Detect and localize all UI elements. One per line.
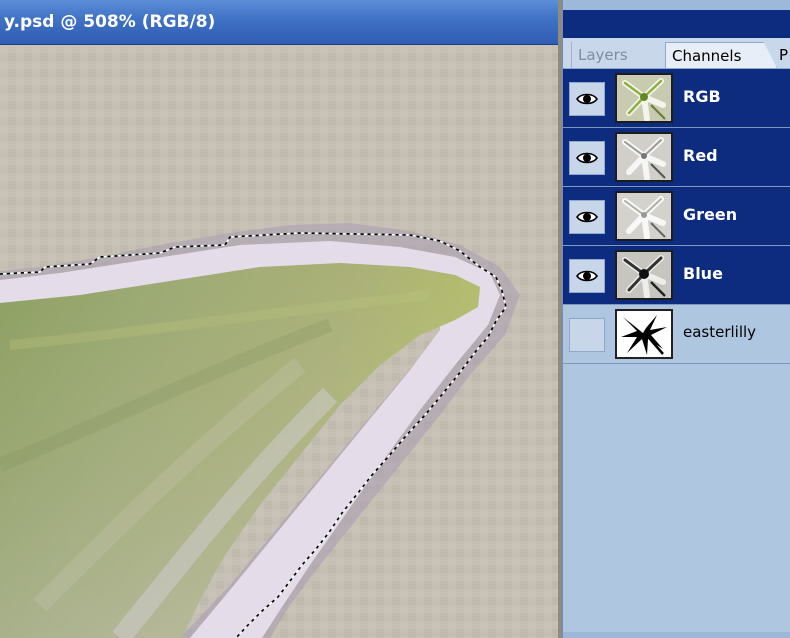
eye-icon	[576, 270, 598, 282]
eye-icon	[576, 211, 598, 223]
visibility-toggle[interactable]	[569, 200, 605, 234]
channel-thumbnail	[615, 250, 673, 300]
channel-name: Green	[683, 205, 738, 224]
channel-row-rgb[interactable]: RGB	[563, 69, 790, 128]
palette-top-strip	[563, 0, 790, 10]
channel-thumbnail	[615, 132, 673, 182]
channel-row-green[interactable]: Green	[563, 187, 790, 246]
channel-thumbnail	[615, 309, 673, 359]
channel-name: Red	[683, 146, 718, 165]
document-title: y.psd @ 508% (RGB/8)	[4, 12, 216, 32]
channel-thumbnail	[615, 191, 673, 241]
tab-channels[interactable]: Channels	[665, 42, 777, 68]
document-title-bar[interactable]: y.psd @ 508% (RGB/8)	[0, 0, 558, 45]
tab-layers[interactable]: Layers	[571, 42, 657, 68]
channel-row-easterlilly[interactable]: easterlilly	[563, 305, 790, 364]
lily-mask-icon	[617, 311, 671, 357]
channel-row-blue[interactable]: Blue	[563, 246, 790, 305]
channel-name: easterlilly	[683, 323, 757, 341]
tab-paths-label: P	[779, 46, 789, 64]
palette-tabs: Layers Channels P	[563, 38, 790, 69]
channel-row-red[interactable]: Red	[563, 128, 790, 187]
document-window: y.psd @ 508% (RGB/8)	[0, 0, 562, 638]
palette-bottom-bar	[563, 632, 790, 638]
tab-channels-label: Channels	[672, 47, 742, 65]
visibility-toggle[interactable]	[569, 141, 605, 175]
eye-icon	[576, 152, 598, 164]
channels-palette: Layers Channels P RGB Red Green Blue eas…	[562, 0, 790, 638]
tab-layers-label: Layers	[578, 46, 628, 64]
visibility-toggle[interactable]	[569, 259, 605, 293]
channel-list: RGB Red Green Blue easterlilly	[563, 69, 790, 364]
visibility-toggle[interactable]	[569, 318, 605, 352]
eye-icon	[576, 93, 598, 105]
tab-paths[interactable]: P	[777, 42, 790, 68]
image-canvas[interactable]	[0, 45, 558, 638]
channel-name: RGB	[683, 87, 721, 106]
palette-title-bar[interactable]	[563, 10, 790, 38]
channel-name: Blue	[683, 264, 723, 283]
visibility-toggle[interactable]	[569, 82, 605, 116]
channel-thumbnail	[615, 73, 673, 123]
